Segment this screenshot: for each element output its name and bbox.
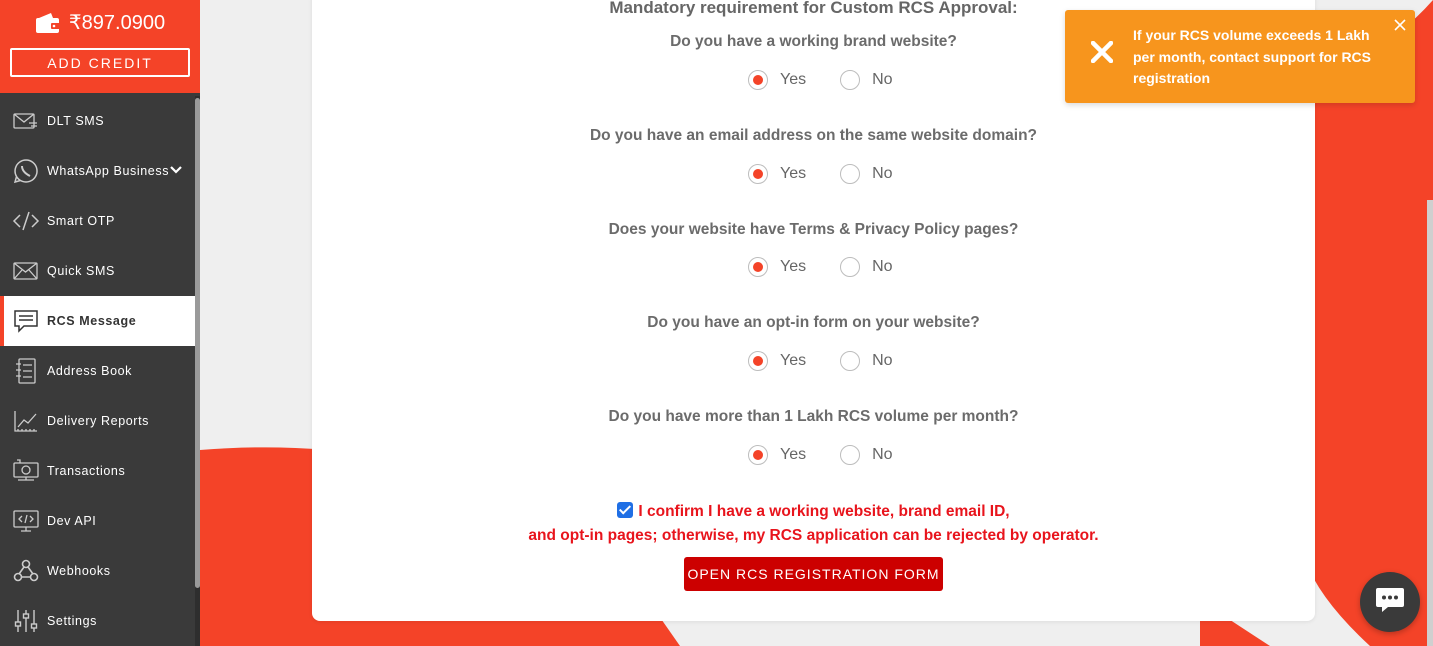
radio-no[interactable] xyxy=(840,351,861,371)
sidebar-item-quick-sms[interactable]: Quick SMS xyxy=(0,246,195,296)
option-no[interactable]: No xyxy=(840,164,893,184)
toast-message: If your RCS volume exceeds 1 Lakh per mo… xyxy=(1133,27,1371,86)
question-5-options: Yes No xyxy=(748,445,893,465)
wallet-panel: ₹897.0900 ADD CREDIT xyxy=(0,0,200,93)
chat-icon xyxy=(1375,586,1405,619)
question-4: Do you have an opt-in form on your websi… xyxy=(647,314,980,331)
envelope-icon xyxy=(12,107,40,135)
radio-yes[interactable] xyxy=(748,257,768,277)
sidebar-item-label: Smart OTP xyxy=(47,214,115,228)
sidebar-item-label: Transactions xyxy=(47,464,126,478)
sidebar-nav: DLT SMS WhatsApp Business Smart OTP Quic… xyxy=(0,96,195,646)
radio-no[interactable] xyxy=(840,164,861,184)
sidebar-item-address-book[interactable]: Address Book xyxy=(0,346,195,396)
radio-yes[interactable] xyxy=(748,70,768,90)
close-icon[interactable] xyxy=(1393,18,1407,37)
radio-yes[interactable] xyxy=(748,164,768,184)
sidebar-item-label: Address Book xyxy=(47,364,133,378)
mail-open-icon xyxy=(12,257,40,285)
monitor-code-icon xyxy=(12,507,40,535)
sidebar-item-label: Webhooks xyxy=(47,564,111,578)
question-3: Does your website have Terms & Privacy P… xyxy=(608,221,1019,238)
option-yes[interactable]: Yes xyxy=(748,164,806,184)
whatsapp-icon xyxy=(12,157,40,185)
option-no[interactable]: No xyxy=(840,257,893,277)
option-no[interactable]: No xyxy=(840,445,893,465)
option-yes[interactable]: Yes xyxy=(748,70,806,90)
sidebar-item-webhooks[interactable]: Webhooks xyxy=(0,546,195,596)
confirm-checkbox[interactable] xyxy=(617,502,634,518)
radio-no[interactable] xyxy=(840,70,861,90)
question-2: Do you have an email address on the same… xyxy=(589,127,1038,144)
error-x-icon xyxy=(1090,40,1114,68)
option-yes[interactable]: Yes xyxy=(748,351,806,371)
confirm-line-1: I confirm I have a working website, bran… xyxy=(638,503,1010,520)
sidebar-item-settings[interactable]: Settings xyxy=(0,596,195,646)
code-icon xyxy=(12,207,40,235)
question-5: Do you have more than 1 Lakh RCS volume … xyxy=(608,408,1019,425)
sidebar-item-smart-otp[interactable]: Smart OTP xyxy=(0,196,195,246)
sidebar-item-dlt-sms[interactable]: DLT SMS xyxy=(0,96,195,146)
confirm-line-2: and opt-in pages; otherwise, my RCS appl… xyxy=(528,527,1099,544)
transactions-icon xyxy=(12,457,40,485)
sidebar-item-rcs-message[interactable]: RCS Message xyxy=(0,296,195,346)
webhook-icon xyxy=(12,557,40,585)
sidebar-item-label: RCS Message xyxy=(47,314,137,328)
radio-yes[interactable] xyxy=(748,351,768,371)
address-book-icon xyxy=(12,357,40,385)
option-yes[interactable]: Yes xyxy=(748,257,806,277)
sidebar-item-label: Quick SMS xyxy=(47,264,115,278)
open-rcs-registration-button[interactable]: OPEN RCS REGISTRATION FORM xyxy=(684,557,943,591)
sidebar-item-whatsapp-business[interactable]: WhatsApp Business xyxy=(0,146,195,196)
wallet-balance: ₹897.0900 xyxy=(68,12,166,34)
sidebar-item-label: Settings xyxy=(47,614,97,628)
radio-no[interactable] xyxy=(840,257,861,277)
chat-bubble-icon xyxy=(12,307,40,335)
sidebar-item-label: WhatsApp Business xyxy=(47,164,170,178)
sidebar-item-dev-api[interactable]: Dev API xyxy=(0,496,195,546)
add-credit-button[interactable]: ADD CREDIT xyxy=(10,48,190,77)
chart-icon xyxy=(12,407,40,435)
sidebar-item-transactions[interactable]: Transactions xyxy=(0,446,195,496)
sliders-icon xyxy=(12,607,40,635)
page-scrollbar[interactable] xyxy=(1427,200,1433,646)
question-2-options: Yes No xyxy=(748,164,893,184)
confirm-statement: I confirm I have a working website, bran… xyxy=(312,500,1315,548)
sidebar-item-label: DLT SMS xyxy=(47,114,105,128)
question-4-options: Yes No xyxy=(748,351,893,371)
sidebar-item-label: Delivery Reports xyxy=(47,414,149,428)
wallet-icon xyxy=(35,12,61,34)
warning-toast: If your RCS volume exceeds 1 Lakh per mo… xyxy=(1065,10,1415,103)
radio-no[interactable] xyxy=(840,445,861,465)
chevron-down-icon[interactable] xyxy=(170,164,182,178)
sidebar-scrollbar[interactable] xyxy=(195,96,200,646)
radio-yes[interactable] xyxy=(748,445,768,465)
sidebar-item-delivery-reports[interactable]: Delivery Reports xyxy=(0,396,195,446)
chat-widget-button[interactable] xyxy=(1360,572,1420,632)
question-1-options: Yes No xyxy=(748,70,893,90)
sidebar: ₹897.0900 ADD CREDIT DLT SMS WhatsApp Bu… xyxy=(0,0,200,646)
question-3-options: Yes No xyxy=(748,257,893,277)
sidebar-item-label: Dev API xyxy=(47,514,97,528)
option-yes[interactable]: Yes xyxy=(748,445,806,465)
option-no[interactable]: No xyxy=(840,351,893,371)
option-no[interactable]: No xyxy=(840,70,893,90)
